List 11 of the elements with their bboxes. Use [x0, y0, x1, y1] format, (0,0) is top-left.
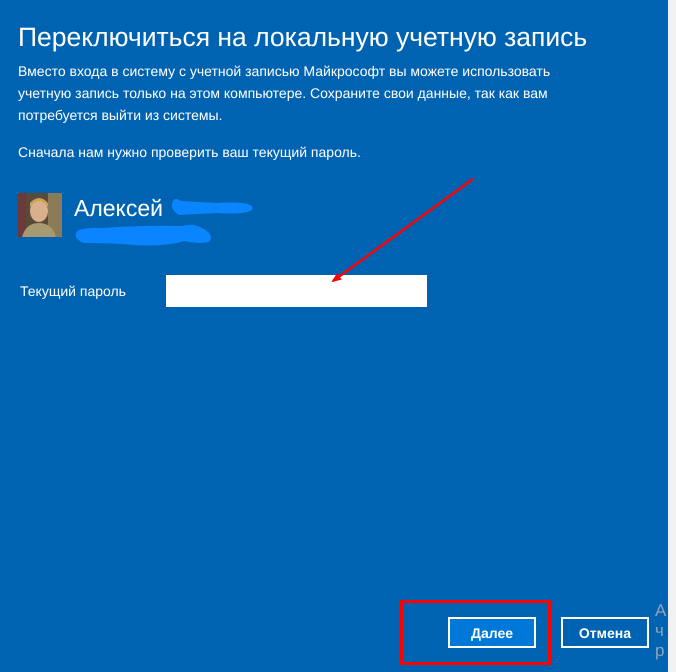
- password-label: Текущий пароль: [20, 283, 127, 299]
- activation-notice-text: А: [655, 601, 666, 621]
- password-field[interactable]: [166, 275, 427, 307]
- cancel-button[interactable]: Отмена: [561, 617, 649, 648]
- activation-notice-text: ч: [655, 621, 665, 641]
- description-text: Вместо входа в систему с учетной записью Майкрософт вы можете использовать учетную запись только на этом компьютере. Сохраните свои данные, так как вам потребуется выйти из системы.: [18, 62, 552, 125]
- prompt-text: Сначала нам нужно проверить ваш текущий пароль.: [18, 143, 362, 162]
- activation-notice-text: р: [655, 641, 666, 661]
- next-button[interactable]: Далее: [448, 617, 536, 648]
- account-name: Алексей: [74, 194, 164, 223]
- page-title: Переключиться на локальную учетную запись: [18, 21, 588, 54]
